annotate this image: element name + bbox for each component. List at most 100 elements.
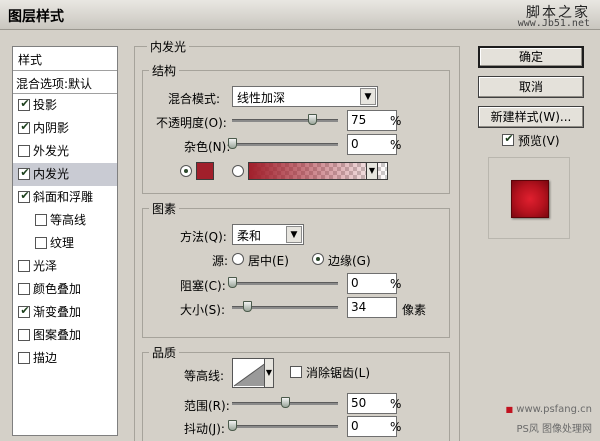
jitter-label: 抖动(J): bbox=[184, 422, 225, 436]
preview-swatch bbox=[511, 180, 549, 218]
style-item-checkbox[interactable] bbox=[18, 145, 30, 157]
style-item-checkbox[interactable] bbox=[18, 260, 30, 272]
style-item-checkbox[interactable] bbox=[35, 237, 47, 249]
contour-label: 等高线: bbox=[184, 369, 225, 383]
gradient-dropdown-arrow-icon[interactable]: ▼ bbox=[366, 162, 378, 180]
solid-color-radio[interactable] bbox=[180, 165, 192, 177]
ok-button[interactable]: 确定 bbox=[478, 46, 584, 68]
watermark-dot-icon: ■ bbox=[505, 405, 514, 414]
style-item-label: 斜面和浮雕 bbox=[33, 190, 94, 204]
style-list-header[interactable]: 样式 bbox=[13, 47, 117, 71]
preview-label[interactable]: 预览(V) bbox=[518, 132, 560, 149]
style-list: 样式 混合选项:默认 投影内阴影外发光内发光斜面和浮雕等高线纹理光泽颜色叠加渐变… bbox=[12, 46, 118, 436]
method-select[interactable]: 柔和 ▼ bbox=[232, 224, 304, 245]
contour-dropdown-arrow-icon[interactable]: ▼ bbox=[264, 358, 274, 388]
source-edge-radio[interactable] bbox=[312, 253, 324, 265]
range-percent: % bbox=[390, 397, 402, 411]
jitter-slider-thumb[interactable] bbox=[228, 420, 237, 431]
range-slider-thumb[interactable] bbox=[281, 397, 290, 408]
range-label: 范围(R): bbox=[184, 399, 230, 413]
size-label: 大小(S): bbox=[180, 303, 226, 317]
opacity-percent: % bbox=[390, 114, 402, 128]
choke-slider[interactable] bbox=[232, 282, 338, 285]
choke-slider-thumb[interactable] bbox=[228, 277, 237, 288]
style-item-checkbox[interactable] bbox=[18, 96, 31, 112]
style-item-7[interactable]: 光泽 bbox=[13, 255, 117, 278]
style-item-label: 图案叠加 bbox=[33, 328, 82, 342]
elements-title: 图素 bbox=[149, 200, 180, 217]
style-item-9[interactable]: 渐变叠加 bbox=[13, 301, 117, 324]
antialias-label[interactable]: 消除锯齿(L) bbox=[306, 364, 370, 381]
style-items: 投影内阴影外发光内发光斜面和浮雕等高线纹理光泽颜色叠加渐变叠加图案叠加描边 bbox=[13, 94, 117, 370]
source-center-radio[interactable] bbox=[232, 253, 244, 265]
noise-percent: % bbox=[390, 138, 402, 152]
style-item-label: 描边 bbox=[33, 351, 58, 365]
source-edge-label[interactable]: 边缘(G) bbox=[328, 252, 371, 269]
chevron-down-icon: ▼ bbox=[286, 226, 302, 243]
noise-label: 杂色(N): bbox=[184, 140, 231, 154]
dialog-title: 图层样式 bbox=[8, 9, 64, 25]
style-item-2[interactable]: 外发光 bbox=[13, 140, 117, 163]
cancel-button[interactable]: 取消 bbox=[478, 76, 584, 98]
choke-label: 阻塞(C): bbox=[180, 279, 226, 293]
size-input[interactable]: 34 bbox=[347, 297, 397, 318]
glow-color-swatch[interactable] bbox=[196, 162, 214, 180]
quality-title: 品质 bbox=[149, 344, 180, 361]
noise-slider-thumb[interactable] bbox=[228, 138, 237, 149]
structure-title: 结构 bbox=[149, 62, 180, 79]
style-item-label: 渐变叠加 bbox=[33, 305, 82, 319]
opacity-slider[interactable] bbox=[232, 119, 338, 122]
style-item-checkbox[interactable] bbox=[35, 214, 47, 226]
blend-mode-value: 线性加深 bbox=[237, 91, 286, 105]
watermark-url: www.Jb51.net bbox=[517, 18, 590, 29]
antialias-checkbox[interactable] bbox=[290, 366, 302, 378]
style-item-6[interactable]: 纹理 bbox=[13, 232, 117, 255]
style-item-11[interactable]: 描边 bbox=[13, 347, 117, 370]
style-item-3[interactable]: 内发光 bbox=[13, 163, 117, 186]
style-item-label: 纹理 bbox=[50, 236, 75, 250]
style-item-checkbox[interactable] bbox=[18, 165, 31, 181]
opacity-label: 不透明度(O): bbox=[156, 116, 227, 130]
source-center-label[interactable]: 居中(E) bbox=[248, 252, 289, 269]
blend-mode-select[interactable]: 线性加深 ▼ bbox=[232, 86, 378, 107]
blend-mode-label: 混合模式: bbox=[168, 92, 221, 106]
size-unit: 像素 bbox=[402, 303, 427, 317]
blend-options-item[interactable]: 混合选项:默认 bbox=[13, 71, 117, 94]
preview-checkbox[interactable] bbox=[502, 131, 515, 147]
chevron-down-icon: ▼ bbox=[360, 88, 376, 105]
style-item-label: 外发光 bbox=[33, 144, 70, 158]
style-item-label: 内阴影 bbox=[33, 121, 70, 135]
style-item-label: 内发光 bbox=[33, 167, 70, 181]
gradient-radio[interactable] bbox=[232, 165, 244, 177]
choke-percent: % bbox=[390, 277, 402, 291]
style-item-checkbox[interactable] bbox=[18, 119, 31, 135]
watermark-bottom-text: PS风 图像处理网 bbox=[516, 424, 592, 435]
jitter-slider[interactable] bbox=[232, 425, 338, 428]
style-item-label: 光泽 bbox=[33, 259, 58, 273]
style-item-5[interactable]: 等高线 bbox=[13, 209, 117, 232]
layer-style-dialog: 样式 混合选项:默认 投影内阴影外发光内发光斜面和浮雕等高线纹理光泽颜色叠加渐变… bbox=[0, 30, 600, 441]
style-item-checkbox[interactable] bbox=[18, 352, 30, 364]
style-item-checkbox[interactable] bbox=[18, 329, 30, 341]
style-item-4[interactable]: 斜面和浮雕 bbox=[13, 186, 117, 209]
style-preview bbox=[488, 157, 570, 239]
style-item-10[interactable]: 图案叠加 bbox=[13, 324, 117, 347]
style-item-label: 投影 bbox=[33, 98, 58, 112]
style-item-8[interactable]: 颜色叠加 bbox=[13, 278, 117, 301]
style-item-checkbox[interactable] bbox=[18, 303, 31, 319]
style-item-checkbox[interactable] bbox=[18, 188, 31, 204]
jitter-percent: % bbox=[390, 420, 402, 434]
noise-slider[interactable] bbox=[232, 143, 338, 146]
style-item-checkbox[interactable] bbox=[18, 283, 30, 295]
size-slider-thumb[interactable] bbox=[242, 301, 252, 312]
source-label: 源: bbox=[212, 254, 229, 268]
style-item-label: 颜色叠加 bbox=[33, 282, 82, 296]
style-item-0[interactable]: 投影 bbox=[13, 94, 117, 117]
title-bar: 图层样式 脚本之家 www.Jb51.net bbox=[0, 0, 600, 30]
style-item-1[interactable]: 内阴影 bbox=[13, 117, 117, 140]
opacity-slider-thumb[interactable] bbox=[307, 114, 317, 125]
new-style-button[interactable]: 新建样式(W)... bbox=[478, 106, 584, 128]
style-item-label: 等高线 bbox=[50, 213, 87, 227]
method-label: 方法(Q): bbox=[180, 230, 227, 244]
method-value: 柔和 bbox=[237, 229, 262, 243]
